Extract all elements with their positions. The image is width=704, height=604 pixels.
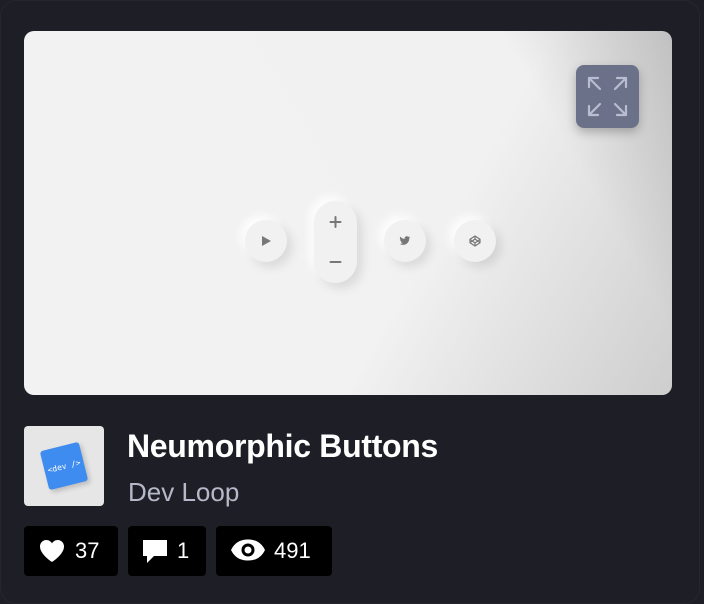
- avatar-tile: <dev />: [39, 441, 89, 491]
- expand-icon: [587, 76, 628, 117]
- comment-icon: [143, 540, 167, 563]
- twitter-icon: [399, 236, 411, 245]
- minus-icon: [329, 261, 342, 263]
- minus-button[interactable]: [314, 242, 357, 283]
- author-avatar[interactable]: <dev />: [24, 426, 104, 506]
- pen-author[interactable]: Dev Loop: [128, 475, 239, 509]
- codepen-icon: [469, 235, 481, 247]
- play-button[interactable]: [245, 220, 287, 262]
- zoom-stepper: [314, 201, 357, 283]
- play-icon: [262, 236, 271, 246]
- avatar-label: <dev />: [46, 457, 82, 475]
- like-button[interactable]: 37: [24, 526, 118, 576]
- eye-icon: [231, 539, 265, 561]
- codepen-button[interactable]: [454, 220, 496, 262]
- comments-button[interactable]: 1: [128, 526, 206, 576]
- pen-title[interactable]: Neumorphic Buttons: [127, 425, 438, 467]
- likes-count: 37: [75, 538, 100, 563]
- comments-count: 1: [177, 538, 190, 563]
- pen-card: <dev /> Neumorphic Buttons Dev Loop 37 1…: [0, 0, 700, 604]
- heart-icon: [40, 540, 64, 562]
- plus-button[interactable]: [314, 201, 357, 242]
- pen-preview[interactable]: [24, 31, 672, 395]
- plus-icon: [329, 216, 342, 228]
- views-count: 491: [274, 538, 311, 563]
- expand-preview-button[interactable]: [576, 65, 639, 128]
- twitter-button[interactable]: [384, 220, 426, 262]
- views-stat[interactable]: 491: [216, 526, 332, 576]
